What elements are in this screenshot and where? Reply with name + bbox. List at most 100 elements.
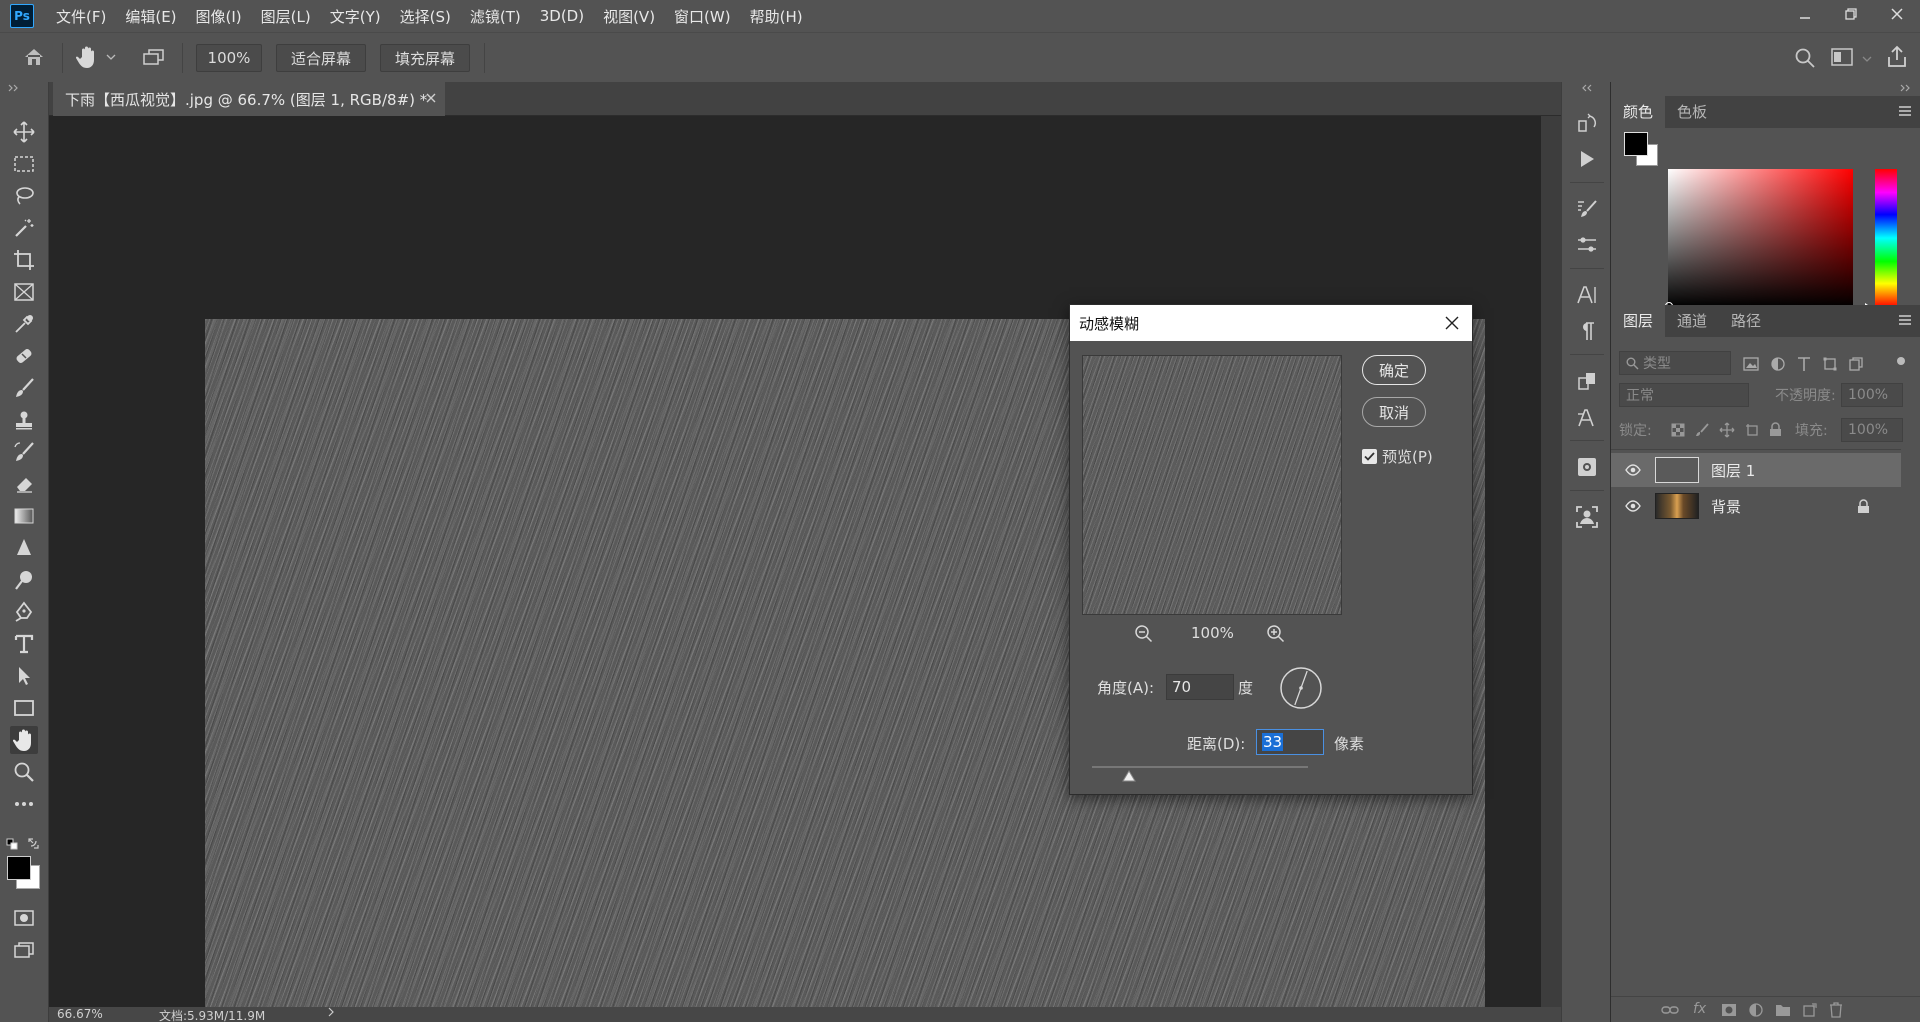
character-panel-icon[interactable]	[1574, 282, 1600, 308]
lock-pixels-icon[interactable]	[1695, 423, 1709, 437]
fill-screen-button[interactable]: 填充屏幕	[380, 44, 470, 72]
swap-colors-icon[interactable]	[27, 837, 40, 850]
filter-pixel-icon[interactable]	[1743, 357, 1759, 371]
distance-input[interactable]: 33	[1256, 729, 1324, 755]
zoom-100-button[interactable]: 100%	[196, 44, 262, 72]
close-icon[interactable]	[1432, 305, 1472, 341]
panel-foreground-swatch[interactable]	[1624, 132, 1648, 156]
menu-3d[interactable]: 3D(D)	[540, 7, 584, 25]
pen-tool-icon[interactable]	[10, 598, 38, 626]
new-layer-icon[interactable]	[1803, 1003, 1817, 1017]
collapse-arrows-icon[interactable]	[8, 84, 20, 92]
close-window-button[interactable]	[1874, 0, 1920, 28]
gradient-tool-icon[interactable]	[10, 502, 38, 530]
menu-image[interactable]: 图像(I)	[196, 6, 242, 27]
filter-adjustment-icon[interactable]	[1771, 357, 1785, 371]
share-icon[interactable]	[1886, 45, 1908, 69]
new-adjustment-icon[interactable]	[1749, 1003, 1763, 1017]
collapse-arrows-icon[interactable]	[1900, 84, 1912, 92]
minimize-button[interactable]	[1782, 0, 1828, 28]
angle-dial[interactable]	[1279, 666, 1323, 710]
actions-panel-icon[interactable]	[1574, 146, 1600, 172]
close-tab-icon[interactable]	[425, 92, 437, 104]
rectangle-tool-icon[interactable]	[10, 694, 38, 722]
default-colors-icon[interactable]	[6, 838, 18, 850]
document-tab[interactable]: 下雨【西瓜视觉】.jpg @ 66.7% (图层 1, RGB/8#) *	[53, 82, 445, 116]
clone-stamp-tool-icon[interactable]	[10, 406, 38, 434]
layer-filter-select[interactable]: 类型	[1619, 351, 1731, 375]
hand-tool-icon[interactable]	[10, 726, 38, 754]
eye-icon[interactable]	[1625, 500, 1641, 512]
home-icon[interactable]	[22, 46, 46, 68]
lasso-tool-icon[interactable]	[10, 182, 38, 210]
layer-row-background[interactable]: 背景	[1611, 489, 1901, 523]
eye-icon[interactable]	[1625, 464, 1641, 476]
dodge-tool-icon[interactable]	[10, 566, 38, 594]
filter-shape-icon[interactable]	[1823, 357, 1837, 371]
restore-button[interactable]	[1828, 0, 1874, 28]
delete-layer-icon[interactable]	[1829, 1002, 1843, 1018]
new-group-icon[interactable]	[1775, 1003, 1791, 1017]
menu-layer[interactable]: 图层(L)	[261, 6, 311, 27]
menu-view[interactable]: 视图(V)	[603, 6, 655, 27]
filter-toggle-icon[interactable]	[1897, 357, 1905, 365]
menu-edit[interactable]: 编辑(E)	[125, 6, 176, 27]
menu-filter[interactable]: 滤镜(T)	[470, 6, 521, 27]
ok-button[interactable]: 确定	[1362, 355, 1426, 385]
workspace-icon[interactable]	[1830, 47, 1854, 67]
fx-icon[interactable]: fx	[1693, 1001, 1706, 1017]
camera-panel-icon[interactable]	[1574, 454, 1600, 480]
paragraph-styles-panel-icon[interactable]	[1574, 404, 1600, 430]
blend-mode-select[interactable]: 正常	[1619, 383, 1749, 407]
glyphs-panel-icon[interactable]	[1574, 368, 1600, 394]
status-zoom[interactable]: 66.67%	[57, 1007, 103, 1021]
zoom-out-icon[interactable]	[1134, 624, 1154, 644]
menu-select[interactable]: 选择(S)	[400, 6, 451, 27]
chevron-down-icon[interactable]	[106, 53, 116, 61]
zoom-tool-icon[interactable]	[10, 758, 38, 786]
menu-help[interactable]: 帮助(H)	[750, 6, 803, 27]
opacity-input[interactable]: 100%	[1841, 383, 1903, 407]
cancel-button[interactable]: 取消	[1362, 397, 1426, 427]
distance-slider-track[interactable]	[1092, 766, 1308, 768]
properties-panel-icon[interactable]	[1574, 504, 1600, 530]
vertical-scrollbar[interactable]	[1541, 116, 1561, 1007]
history-brush-tool-icon[interactable]	[10, 438, 38, 466]
crop-tool-icon[interactable]	[10, 246, 38, 274]
dialog-title-bar[interactable]: 动感模糊	[1070, 305, 1472, 341]
link-layers-icon[interactable]	[1661, 1004, 1679, 1016]
distance-slider-thumb[interactable]	[1121, 770, 1136, 782]
adjustments-panel-icon[interactable]	[1574, 232, 1600, 258]
status-menu-arrow-icon[interactable]	[327, 1006, 335, 1018]
fit-screen-button[interactable]: 适合屏幕	[276, 44, 366, 72]
more-tools-icon[interactable]	[10, 790, 38, 818]
layer-name[interactable]: 背景	[1711, 496, 1741, 517]
menu-window[interactable]: 窗口(W)	[674, 6, 731, 27]
filter-type-icon[interactable]	[1797, 356, 1811, 372]
zoom-in-icon[interactable]	[1266, 624, 1286, 644]
preview-checkbox[interactable]	[1362, 449, 1377, 464]
lock-position-icon[interactable]	[1719, 422, 1735, 438]
blur-tool-icon[interactable]	[10, 534, 38, 562]
frame-tool-icon[interactable]	[10, 278, 38, 306]
history-panel-icon[interactable]	[1574, 110, 1600, 136]
marquee-tool-icon[interactable]	[10, 150, 38, 178]
menu-type[interactable]: 文字(Y)	[330, 6, 381, 27]
type-tool-icon[interactable]	[10, 630, 38, 658]
angle-input[interactable]: 70	[1166, 674, 1234, 700]
lock-artboard-icon[interactable]	[1745, 423, 1759, 437]
color-picker-field[interactable]	[1668, 169, 1853, 307]
eyedropper-tool-icon[interactable]	[10, 310, 38, 338]
magic-wand-tool-icon[interactable]	[10, 214, 38, 242]
eraser-tool-icon[interactable]	[10, 470, 38, 498]
move-tool-icon[interactable]	[10, 118, 38, 146]
foreground-color-swatch[interactable]	[7, 856, 31, 880]
brush-settings-panel-icon[interactable]	[1574, 196, 1600, 222]
healing-brush-tool-icon[interactable]	[10, 342, 38, 370]
path-selection-tool-icon[interactable]	[10, 662, 38, 690]
collapse-arrows-icon[interactable]	[1581, 84, 1593, 92]
lock-transparent-icon[interactable]	[1671, 423, 1685, 437]
search-icon[interactable]	[1794, 47, 1816, 69]
chevron-down-icon[interactable]	[1862, 55, 1872, 63]
layer-row-layer1[interactable]: 图层 1	[1611, 453, 1901, 487]
